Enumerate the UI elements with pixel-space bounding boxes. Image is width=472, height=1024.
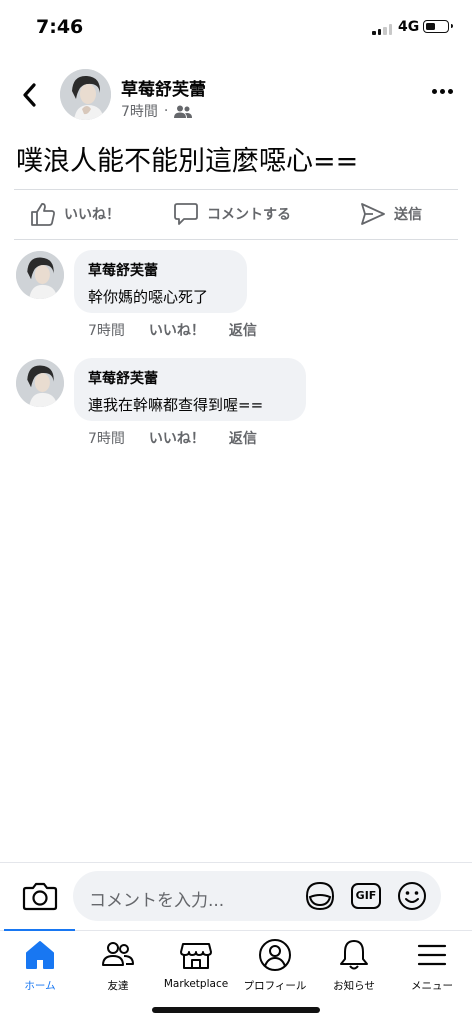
- active-tab-indicator: [4, 929, 75, 931]
- marketplace-icon: [180, 943, 212, 969]
- tab-menu[interactable]: メニュー: [392, 938, 472, 993]
- tab-friends[interactable]: 友達: [78, 938, 158, 993]
- tab-notifications[interactable]: お知らせ: [314, 938, 394, 993]
- emoji-icon[interactable]: [397, 881, 427, 911]
- post-author-name[interactable]: 草莓舒芙蕾: [121, 75, 206, 100]
- meta-dot: ·: [163, 103, 169, 119]
- comment-meta: 7時間 いいね！ 返信: [88, 428, 257, 448]
- friends-icon: [102, 942, 134, 966]
- battery-icon: [423, 20, 453, 33]
- tab-label: Marketplace: [163, 978, 229, 990]
- back-arrow-icon[interactable]: [18, 80, 42, 110]
- divider: [0, 862, 472, 863]
- tab-label: お知らせ: [333, 980, 375, 992]
- bell-icon: [340, 940, 368, 970]
- more-options-icon[interactable]: [430, 88, 454, 96]
- comment-button[interactable]: コメントする: [173, 200, 291, 228]
- status-time: 7:46: [36, 16, 84, 38]
- comment-author[interactable]: 草莓舒芙蕾: [88, 260, 233, 280]
- comment-bubble[interactable]: 草莓舒芙蕾 幹你媽的噁心死了: [74, 250, 247, 313]
- like-label: いいね！: [64, 207, 120, 223]
- send-button[interactable]: 送信: [360, 200, 422, 228]
- home-indicator: [152, 1007, 320, 1013]
- comment-reply-button[interactable]: 返信: [229, 320, 257, 340]
- comment-icon: [174, 203, 198, 225]
- comment-meta: 7時間 いいね！ 返信: [88, 320, 257, 340]
- tab-label: 友達: [107, 980, 129, 992]
- tab-marketplace[interactable]: Marketplace: [156, 938, 236, 990]
- send-label: 送信: [394, 207, 422, 223]
- camera-icon[interactable]: [22, 880, 58, 912]
- comment-avatar[interactable]: [16, 359, 64, 407]
- divider: [14, 189, 458, 190]
- comment-reply-button[interactable]: 返信: [229, 428, 257, 448]
- like-button[interactable]: いいね！: [30, 200, 120, 228]
- comment-input-placeholder[interactable]: コメントを入力...: [89, 886, 224, 911]
- comment-avatar[interactable]: [16, 251, 64, 299]
- tab-label: メニュー: [411, 980, 453, 992]
- menu-icon: [417, 944, 447, 966]
- tab-label: プロフィール: [243, 980, 307, 992]
- comment-like-button[interactable]: いいね！: [149, 320, 205, 340]
- comment-label: コメントする: [207, 207, 291, 223]
- divider: [14, 239, 458, 240]
- tab-profile[interactable]: プロフィール: [235, 938, 315, 993]
- author-avatar[interactable]: [60, 69, 111, 120]
- signal-icon: [372, 24, 394, 35]
- comment-author[interactable]: 草莓舒芙蕾: [88, 368, 292, 388]
- comment-time: 7時間: [88, 323, 125, 339]
- network-type: 4G: [398, 19, 420, 35]
- comment-text: 連我在幹嘛都查得到喔==: [88, 396, 264, 414]
- post-time: 7時間: [121, 104, 158, 120]
- comment-bubble[interactable]: 草莓舒芙蕾 連我在幹嘛都查得到喔==: [74, 358, 306, 421]
- home-icon: [26, 941, 54, 969]
- comment-time: 7時間: [88, 431, 125, 447]
- tab-label: ホーム: [24, 980, 56, 992]
- comment-text: 幹你媽的噁心死了: [88, 288, 209, 306]
- post-text: 噗浪人能不能別這麼噁心==: [16, 146, 359, 177]
- comment-like-button[interactable]: いいね！: [149, 428, 205, 448]
- sticker-icon[interactable]: [305, 881, 335, 911]
- thumbs-up-icon: [31, 203, 55, 226]
- send-icon: [361, 203, 385, 225]
- profile-icon: [259, 939, 291, 971]
- gif-button[interactable]: GIF: [351, 883, 381, 909]
- post-meta: 7時間 ·: [121, 101, 193, 121]
- tab-home[interactable]: ホーム: [0, 938, 80, 993]
- friends-icon: [174, 105, 193, 118]
